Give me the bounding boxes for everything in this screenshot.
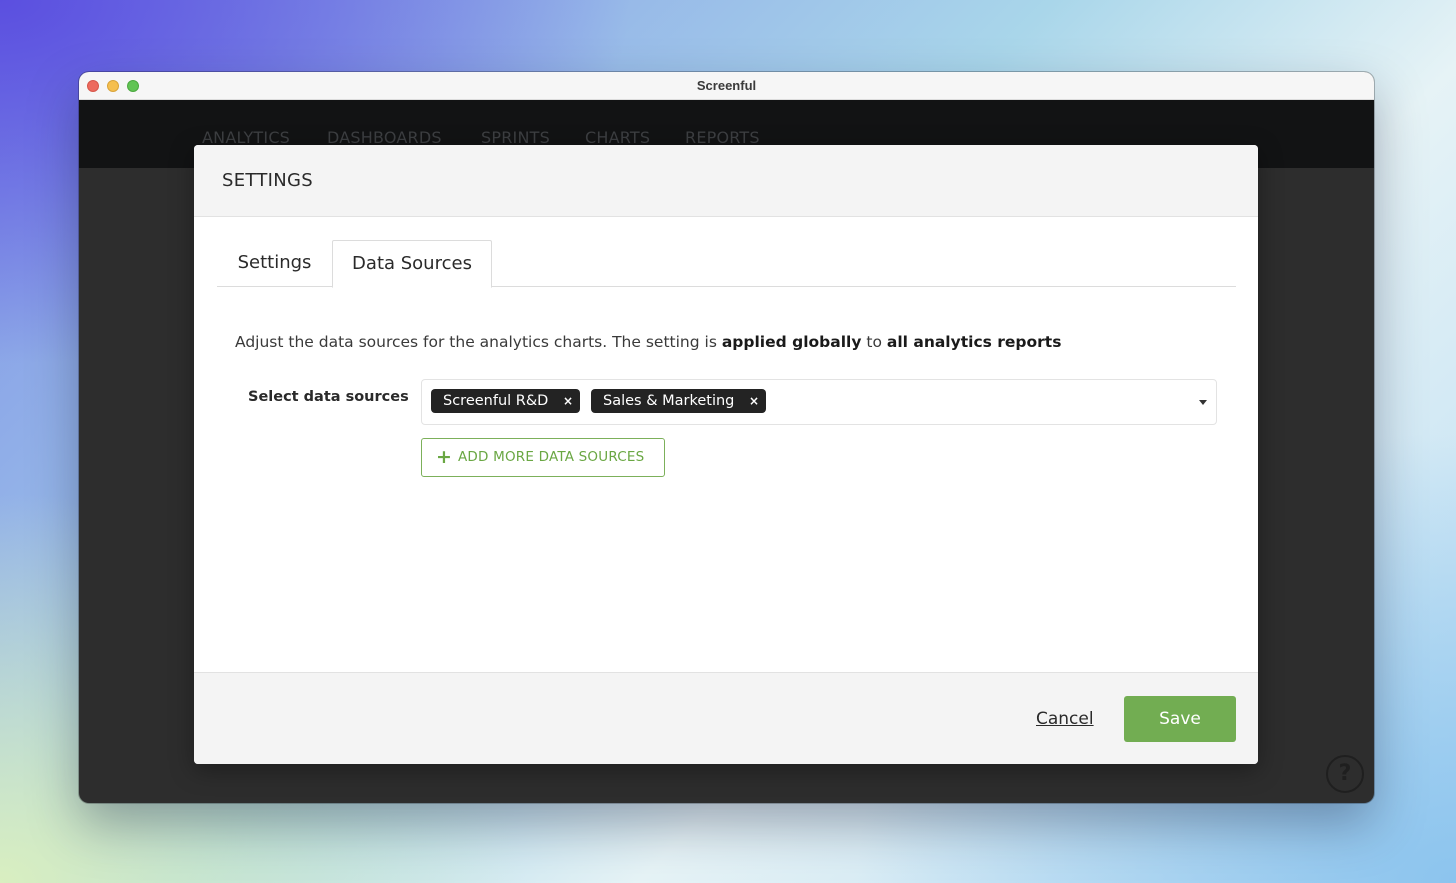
- select-data-sources-label: Select data sources: [248, 389, 409, 405]
- tab-data-sources[interactable]: Data Sources: [332, 240, 492, 288]
- plus-icon: +: [436, 446, 452, 468]
- chip-label: Screenful R&D: [443, 393, 549, 409]
- description-emphasis-reports: all analytics reports: [886, 333, 1062, 351]
- description-emphasis-global: applied globally: [721, 333, 862, 351]
- save-button[interactable]: Save: [1124, 696, 1236, 742]
- selected-source-chip: Sales & Marketing ×: [591, 389, 766, 413]
- chip-label: Sales & Marketing: [603, 393, 735, 409]
- description-text: Adjust the data sources for the analytic…: [235, 333, 722, 351]
- window-titlebar: Screenful: [79, 72, 1374, 100]
- settings-tabs: Settings Data Sources: [217, 240, 1236, 288]
- add-more-label: ADD MORE DATA SOURCES: [458, 449, 645, 465]
- selected-source-chip: Screenful R&D ×: [431, 389, 580, 413]
- remove-chip-icon[interactable]: ×: [748, 389, 760, 413]
- settings-modal: SETTINGS Settings Data Sources Adjust th…: [194, 145, 1258, 764]
- data-sources-multiselect[interactable]: Screenful R&D × Sales & Marketing ×: [421, 379, 1217, 425]
- modal-header: SETTINGS: [194, 145, 1258, 217]
- remove-chip-icon[interactable]: ×: [562, 389, 574, 413]
- add-more-data-sources-button[interactable]: + ADD MORE DATA SOURCES: [421, 438, 665, 477]
- window-title: Screenful: [696, 78, 757, 93]
- tab-settings[interactable]: Settings: [217, 240, 332, 287]
- modal-footer: Cancel Save: [194, 672, 1258, 764]
- cancel-button[interactable]: Cancel: [1036, 709, 1094, 729]
- data-sources-description: Adjust the data sources for the analytic…: [235, 333, 1061, 351]
- modal-title: SETTINGS: [222, 170, 314, 191]
- help-button[interactable]: ?: [1326, 755, 1364, 793]
- dropdown-caret-icon[interactable]: [1199, 400, 1207, 405]
- description-text-to: to: [861, 333, 887, 351]
